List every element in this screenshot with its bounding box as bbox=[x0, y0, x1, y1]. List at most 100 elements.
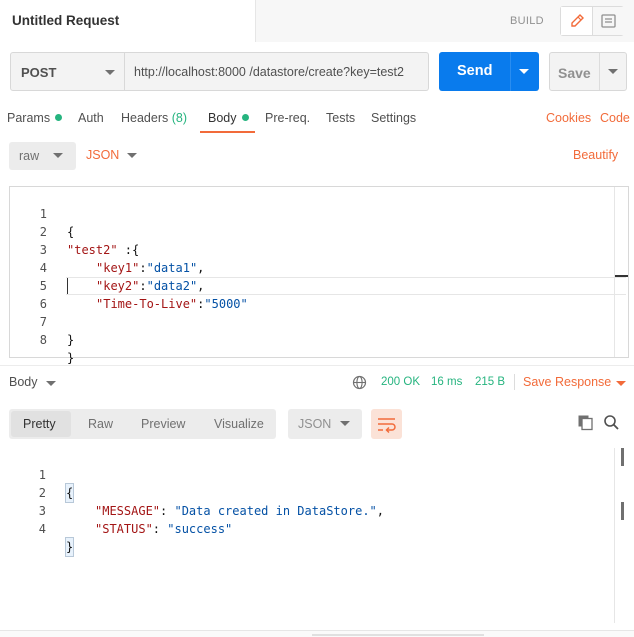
pane-resize-divider[interactable] bbox=[0, 365, 634, 366]
body-mode-label: raw bbox=[19, 149, 40, 163]
horizontal-scroll-thumb[interactable] bbox=[312, 634, 484, 636]
response-size[interactable]: 215 B bbox=[475, 376, 505, 388]
code-text: } bbox=[67, 333, 75, 347]
divider bbox=[514, 374, 515, 390]
code-text: "key2":"data2", bbox=[96, 279, 205, 293]
code-line: 2 "test2" :{ bbox=[10, 205, 140, 257]
build-mode-label: BUILD bbox=[510, 15, 544, 27]
json-punct: :{ bbox=[117, 243, 140, 257]
json-value: "5000" bbox=[204, 297, 248, 311]
method-select[interactable]: POST bbox=[10, 52, 125, 91]
params-indicator-dot bbox=[55, 114, 63, 121]
json-key: "STATUS" bbox=[95, 522, 153, 536]
json-key: "test2" bbox=[67, 243, 118, 257]
response-scrollbar[interactable] bbox=[614, 448, 615, 623]
line-number: 8 bbox=[39, 333, 47, 347]
json-value: "data2" bbox=[146, 279, 198, 293]
request-tab[interactable]: Untitled Request bbox=[0, 0, 256, 42]
request-tab-title: Untitled Request bbox=[12, 13, 120, 28]
body-indicator-dot bbox=[241, 114, 249, 121]
json-key: "MESSAGE" bbox=[95, 504, 161, 518]
code-line: 4 } bbox=[9, 502, 75, 557]
request-tab-bar: Untitled Request BUILD bbox=[0, 0, 634, 42]
response-format-select[interactable]: JSON bbox=[288, 409, 362, 439]
copy-icon[interactable] bbox=[577, 414, 594, 431]
code-line: 1 { bbox=[9, 448, 75, 503]
code-line: 5 "Time-To-Live":"5000" bbox=[10, 259, 248, 311]
tab-headers[interactable]: Headers (8) bbox=[121, 111, 187, 125]
chevron-down-icon bbox=[127, 153, 137, 158]
body-mode-select[interactable]: raw bbox=[9, 142, 76, 170]
tab-tests[interactable]: Tests bbox=[326, 111, 355, 125]
build-mode-button[interactable] bbox=[561, 7, 593, 35]
beautify-link[interactable]: Beautify bbox=[573, 148, 618, 162]
view-visualize[interactable]: Visualize bbox=[214, 417, 264, 431]
cookies-link[interactable]: Cookies bbox=[546, 111, 591, 125]
code-line: 8 } bbox=[10, 313, 74, 365]
save-options-chevron-icon[interactable] bbox=[608, 69, 618, 74]
response-body-label: Body bbox=[9, 375, 38, 389]
chevron-down-icon bbox=[53, 153, 63, 158]
wrap-lines-icon bbox=[378, 418, 396, 434]
view-preview[interactable]: Preview bbox=[141, 417, 185, 431]
response-body-viewer[interactable]: 1 { 2 "MESSAGE": "Data created in DataSt… bbox=[9, 448, 629, 623]
json-value: "data1" bbox=[146, 261, 198, 275]
search-icon[interactable] bbox=[603, 414, 620, 431]
code-text: { bbox=[64, 483, 75, 503]
method-label: POST bbox=[21, 65, 57, 80]
body-format-label: JSON bbox=[86, 148, 120, 162]
line-number: 4 bbox=[38, 522, 46, 536]
code-text: "key1":"data1", bbox=[96, 261, 205, 275]
mode-toggle bbox=[560, 6, 624, 36]
body-format-select[interactable]: JSON bbox=[86, 142, 142, 170]
tab-prereq[interactable]: Pre-req. bbox=[265, 111, 310, 125]
chevron-down-icon bbox=[616, 381, 626, 386]
response-section-select[interactable]: Body bbox=[9, 373, 59, 393]
json-value: "Data created in DataStore." bbox=[174, 504, 377, 518]
globe-icon[interactable] bbox=[352, 375, 367, 390]
tab-body[interactable]: Body bbox=[208, 111, 249, 125]
text-cursor bbox=[67, 278, 68, 294]
editor-scrollbar[interactable] bbox=[614, 187, 615, 357]
save-button[interactable]: Save bbox=[549, 52, 627, 91]
save-response-button[interactable]: Save Response bbox=[523, 373, 628, 393]
request-body-editor[interactable]: 1 { 2 "test2" :{ 3 "key1":"data1", 4 "ke… bbox=[9, 186, 629, 365]
view-pretty[interactable]: Pretty bbox=[23, 417, 56, 431]
chevron-down-icon bbox=[105, 70, 115, 75]
response-time[interactable]: 16 ms bbox=[431, 376, 462, 388]
response-view-tabs: Pretty Raw Preview Visualize bbox=[9, 409, 276, 439]
status-code[interactable]: 200 OK bbox=[381, 376, 420, 388]
url-text: http://localhost:8000 /datastore/create?… bbox=[134, 65, 404, 79]
code-line: 7 } bbox=[10, 295, 74, 347]
code-line: 6 bbox=[10, 277, 47, 311]
code-text: "Time-To-Live":"5000" bbox=[96, 297, 248, 311]
scroll-marker-top bbox=[621, 448, 624, 466]
send-button[interactable]: Send bbox=[439, 52, 539, 91]
chevron-down-icon bbox=[46, 381, 56, 386]
scroll-position-marker bbox=[615, 275, 628, 277]
save-response-label: Save Response bbox=[523, 375, 612, 389]
wrap-lines-button[interactable] bbox=[371, 409, 402, 439]
response-format-label: JSON bbox=[298, 417, 332, 431]
tab-params-label: Params bbox=[7, 111, 51, 125]
documentation-mode-button[interactable] bbox=[593, 7, 624, 35]
code-line: 4 "key2":"data2", bbox=[10, 241, 205, 293]
url-input[interactable]: http://localhost:8000 /datastore/create?… bbox=[125, 52, 429, 91]
json-value: "success" bbox=[167, 522, 233, 536]
view-raw[interactable]: Raw bbox=[88, 417, 113, 431]
code-text: { bbox=[67, 225, 75, 239]
save-label: Save bbox=[558, 65, 591, 81]
code-text: "STATUS": "success" bbox=[95, 522, 233, 536]
code-text: } bbox=[64, 537, 75, 557]
code-text: "MESSAGE": "Data created in DataStore.", bbox=[95, 504, 385, 518]
active-tab-indicator bbox=[200, 131, 255, 133]
code-line: 2 "MESSAGE": "Data created in DataStore.… bbox=[9, 466, 384, 518]
tab-settings[interactable]: Settings bbox=[371, 111, 416, 125]
tab-params[interactable]: Params bbox=[7, 111, 63, 125]
code-line: 1 { bbox=[10, 187, 74, 239]
tab-auth[interactable]: Auth bbox=[78, 111, 104, 125]
json-key: "key2" bbox=[96, 279, 140, 293]
send-options-chevron-icon[interactable] bbox=[519, 69, 529, 74]
save-divider bbox=[599, 53, 600, 90]
code-link[interactable]: Code bbox=[600, 111, 630, 125]
